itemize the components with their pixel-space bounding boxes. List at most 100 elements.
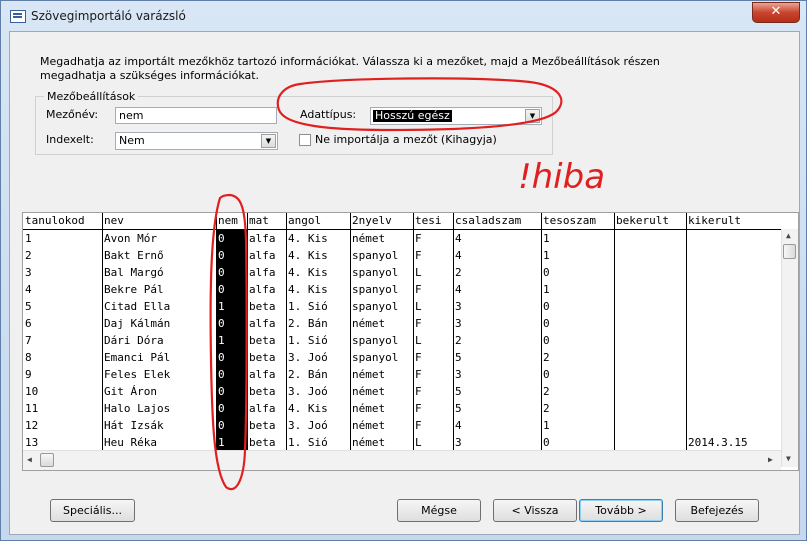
- grid-cell: Bekre Pál: [104, 283, 164, 296]
- grid-cell: F: [415, 351, 422, 364]
- grid-column-separator: [686, 213, 687, 450]
- wizard-window-icon: [10, 10, 26, 23]
- grid-column-separator: [453, 213, 454, 450]
- grid-header-cell[interactable]: kikerult: [688, 213, 780, 230]
- datatype-select[interactable]: Hosszú egész ▼: [370, 107, 542, 125]
- grid-cell: 5: [455, 402, 462, 415]
- grid-header-cell[interactable]: bekerult: [616, 213, 685, 230]
- chevron-down-icon[interactable]: ▼: [261, 134, 276, 148]
- skip-field-label: Ne importálja a mezőt (Kihagyja): [315, 133, 497, 146]
- grid-cell: 0: [218, 402, 225, 415]
- horizontal-scroll-thumb[interactable]: [40, 453, 54, 467]
- data-preview-grid[interactable]: tanulokod nev nem mat angol 2nyelv tesi csalads…: [22, 212, 799, 471]
- vertical-scroll-thumb[interactable]: [783, 244, 796, 259]
- indexed-select[interactable]: Nem ▼: [115, 132, 278, 150]
- back-button[interactable]: < Vissza: [493, 499, 577, 522]
- skip-field-checkbox[interactable]: [299, 134, 311, 146]
- grid-cell: 4. Kis: [288, 283, 328, 296]
- grid-cell: 1: [25, 232, 32, 245]
- grid-cell: 5: [455, 385, 462, 398]
- grid-cell: 0: [218, 249, 225, 262]
- grid-cell: német: [352, 385, 386, 398]
- grid-cell: 0: [218, 351, 225, 364]
- title-bar[interactable]: Szövegimportáló varázsló ✕: [1, 1, 806, 31]
- grid-cell: Bakt Ernő: [104, 249, 164, 262]
- scroll-down-icon[interactable]: ▼: [786, 454, 791, 463]
- field-settings-legend: Mezőbeállítások: [47, 90, 136, 103]
- grid-cell: 0: [218, 419, 225, 432]
- grid-header-cell[interactable]: 2nyelv: [352, 213, 412, 230]
- vertical-scrollbar[interactable]: ▲ ▼: [781, 229, 798, 467]
- grid-column-separator: [216, 213, 217, 450]
- grid-cell: spanyol: [352, 283, 399, 296]
- field-name-input[interactable]: nem: [115, 107, 277, 124]
- scroll-right-icon[interactable]: ▶: [768, 455, 773, 464]
- grid-column-separator: [247, 213, 248, 450]
- grid-cell: 6: [25, 317, 32, 330]
- grid-cell: 3: [455, 368, 462, 381]
- grid-cell: Heu Réka: [104, 436, 157, 449]
- grid-cell: 0: [543, 300, 550, 313]
- next-button[interactable]: Tovább >: [579, 499, 663, 522]
- finish-button[interactable]: Befejezés: [675, 499, 759, 522]
- grid-cell: spanyol: [352, 300, 399, 313]
- grid-cell: Emanci Pál: [104, 351, 171, 364]
- horizontal-scrollbar[interactable]: ◀ ▶: [23, 450, 781, 470]
- datatype-label: Adattípus:: [300, 108, 357, 121]
- grid-cell: Daj Kálmán: [104, 317, 171, 330]
- grid-column-separator: [102, 213, 103, 450]
- grid-cell: német: [352, 436, 386, 449]
- grid-cell: beta: [249, 334, 276, 347]
- close-button[interactable]: ✕: [752, 2, 800, 23]
- grid-cell: 0: [218, 283, 225, 296]
- grid-column-separator: [286, 213, 287, 450]
- grid-cell: 3. Joó: [288, 351, 328, 364]
- grid-cell: 4. Kis: [288, 249, 328, 262]
- grid-cell: 2: [543, 402, 550, 415]
- grid-cell: 1: [218, 334, 225, 347]
- scroll-up-icon[interactable]: ▲: [786, 231, 791, 240]
- window-title: Szövegimportáló varázsló: [31, 9, 186, 23]
- grid-cell: beta: [249, 300, 276, 313]
- grid-cell: 2. Bán: [288, 317, 328, 330]
- grid-cell: spanyol: [352, 334, 399, 347]
- grid-cell: alfa: [249, 232, 276, 245]
- chevron-down-icon[interactable]: ▼: [525, 109, 540, 123]
- grid-cell: 1: [218, 300, 225, 313]
- grid-cell: F: [415, 402, 422, 415]
- grid-header-cell[interactable]: angol: [288, 213, 349, 230]
- advanced-button[interactable]: Speciális...: [50, 499, 135, 522]
- grid-cell: 10: [25, 385, 39, 398]
- grid-header-cell[interactable]: mat: [249, 213, 285, 230]
- grid-cell: 1: [543, 419, 550, 432]
- grid-header-cell[interactable]: tesoszam: [543, 213, 613, 230]
- grid-cell: beta: [249, 419, 276, 432]
- grid-header-cell[interactable]: csaladszam: [455, 213, 540, 230]
- cancel-button[interactable]: Mégse: [397, 499, 481, 522]
- grid-cell: alfa: [249, 402, 276, 415]
- grid-cell: Avon Mór: [104, 232, 157, 245]
- grid-cell: 2: [455, 334, 462, 347]
- grid-cell: F: [415, 385, 422, 398]
- grid-cell: beta: [249, 436, 276, 449]
- grid-cell: Git Áron: [104, 385, 157, 398]
- grid-cell: F: [415, 368, 422, 381]
- grid-cell: 4: [455, 232, 462, 245]
- grid-cell: 2. Bán: [288, 368, 328, 381]
- grid-header-cell[interactable]: tanulokod: [25, 213, 101, 230]
- grid-header-cell[interactable]: nem: [218, 213, 246, 230]
- grid-cell: 3: [455, 300, 462, 313]
- grid-cell: Citad Ella: [104, 300, 171, 313]
- grid-header-cell[interactable]: tesi: [415, 213, 452, 230]
- grid-cell: Feles Elek: [104, 368, 171, 381]
- wizard-client-area: Megadhatja az importált mezőkhöz tartozó…: [9, 31, 800, 535]
- grid-header-cell[interactable]: nev: [104, 213, 215, 230]
- grid-cell: F: [415, 249, 422, 262]
- grid-cell: spanyol: [352, 351, 399, 364]
- grid-cell: 5: [455, 351, 462, 364]
- grid-cell: spanyol: [352, 266, 399, 279]
- scroll-left-icon[interactable]: ◀: [27, 455, 32, 464]
- indexed-label: Indexelt:: [46, 133, 94, 146]
- grid-cell: 4: [455, 283, 462, 296]
- grid-cell: 2: [543, 385, 550, 398]
